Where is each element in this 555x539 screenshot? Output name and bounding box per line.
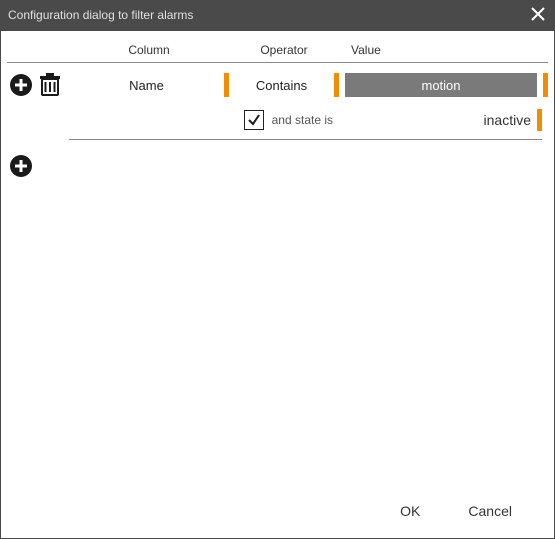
dialog-body: Column Operator Value Name <box>0 30 555 539</box>
content-area: Column Operator Value Name <box>7 37 548 490</box>
header-column: Column <box>69 43 229 57</box>
state-value-selector[interactable]: inactive <box>339 112 537 128</box>
state-row: and state is inactive <box>7 105 548 135</box>
state-label: and state is <box>272 113 333 127</box>
title-bar: Configuration dialog to filter alarms <box>0 0 555 30</box>
value-input[interactable]: motion <box>345 73 537 97</box>
delete-icon[interactable] <box>39 73 61 97</box>
column-value: Name <box>69 78 224 93</box>
add-filter-row <box>7 154 548 181</box>
dialog-title: Configuration dialog to filter alarms <box>8 8 193 22</box>
separator-line <box>69 139 542 140</box>
value-cell: motion <box>339 71 548 99</box>
add-filter-icon[interactable] <box>9 154 33 178</box>
add-condition-icon[interactable] <box>9 73 33 97</box>
dialog-footer: OK Cancel <box>7 490 548 532</box>
close-icon[interactable] <box>531 6 545 24</box>
header-row: Column Operator Value <box>7 37 548 63</box>
state-checkbox[interactable] <box>244 110 264 130</box>
header-value: Value <box>339 43 548 57</box>
state-check-group: and state is <box>69 110 339 130</box>
operator-selector[interactable]: Contains <box>229 71 339 99</box>
cancel-button[interactable]: Cancel <box>468 503 512 519</box>
divider <box>543 73 548 97</box>
divider <box>537 109 542 131</box>
header-operator: Operator <box>229 43 339 57</box>
filter-row: Name Contains motion <box>7 69 548 101</box>
operator-value: Contains <box>229 78 334 93</box>
ok-button[interactable]: OK <box>400 503 420 519</box>
row-actions <box>7 73 69 97</box>
column-selector[interactable]: Name <box>69 71 229 99</box>
value-text: motion <box>421 78 460 93</box>
